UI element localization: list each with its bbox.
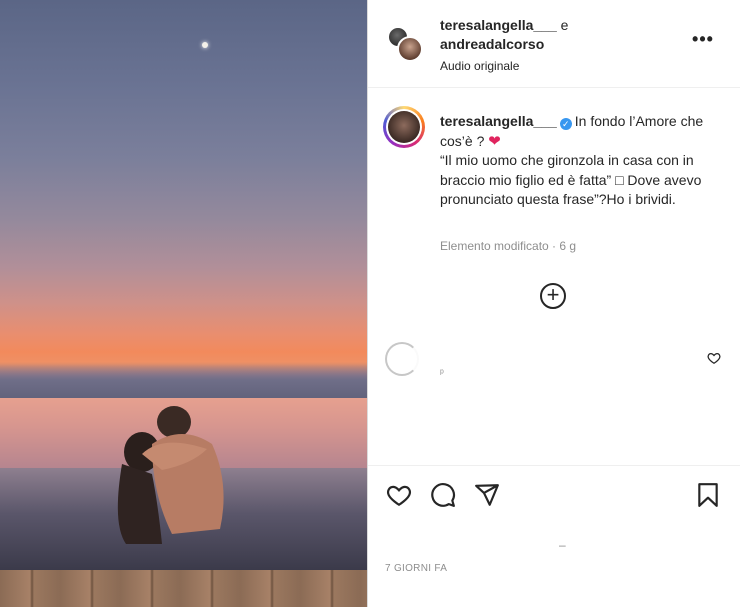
author-link[interactable]: teresalangella___ bbox=[440, 17, 557, 33]
author-link[interactable]: andreadalcorso bbox=[440, 36, 544, 52]
more-options-icon[interactable]: ••• bbox=[692, 30, 714, 50]
comment-like-heart-icon[interactable] bbox=[707, 351, 721, 365]
comment-bubble-icon[interactable] bbox=[430, 482, 456, 508]
heart-icon[interactable] bbox=[386, 482, 412, 508]
paper-plane-icon[interactable] bbox=[474, 482, 500, 508]
post-header: teresalangella___ e andreadalcorso Audio… bbox=[368, 0, 740, 88]
heart-emoji: ❤ bbox=[488, 132, 501, 150]
caption-line-2: “Il mio uomo che gironzola in casa con i… bbox=[440, 152, 702, 207]
conjunction: e bbox=[560, 17, 569, 33]
post-sidebar: teresalangella___ e andreadalcorso Audio… bbox=[368, 0, 740, 607]
collab-authors: teresalangella___ e andreadalcorso bbox=[440, 16, 568, 54]
avatar-frame bbox=[386, 109, 422, 145]
wooden-deck bbox=[0, 570, 367, 607]
horizon-clouds bbox=[0, 362, 367, 402]
caption-meta: Elemento modificato · 6 g bbox=[440, 239, 577, 253]
load-more-comments-button[interactable]: + bbox=[540, 283, 566, 309]
avatar[interactable] bbox=[397, 36, 423, 62]
post-date[interactable]: 7 GIORNI FA bbox=[385, 563, 447, 574]
audio-link[interactable]: Audio originale bbox=[440, 59, 519, 73]
post-media[interactable] bbox=[0, 0, 367, 607]
caption-text: teresalangella___ ✓ In fondo l’Amore che c… bbox=[440, 112, 730, 210]
verified-badge-icon: ✓ bbox=[559, 118, 572, 130]
separator-dash: ‒ bbox=[559, 538, 566, 552]
bookmark-icon[interactable] bbox=[695, 482, 721, 508]
moon bbox=[202, 42, 208, 48]
action-bar bbox=[368, 465, 740, 521]
story-ring[interactable] bbox=[383, 106, 425, 148]
comment-placeholder: ᵖ bbox=[440, 368, 444, 379]
caption-username[interactable]: teresalangella___ bbox=[440, 113, 557, 129]
couple-silhouette bbox=[117, 406, 224, 544]
avatar bbox=[388, 111, 420, 143]
loading-spinner-icon bbox=[385, 342, 419, 376]
